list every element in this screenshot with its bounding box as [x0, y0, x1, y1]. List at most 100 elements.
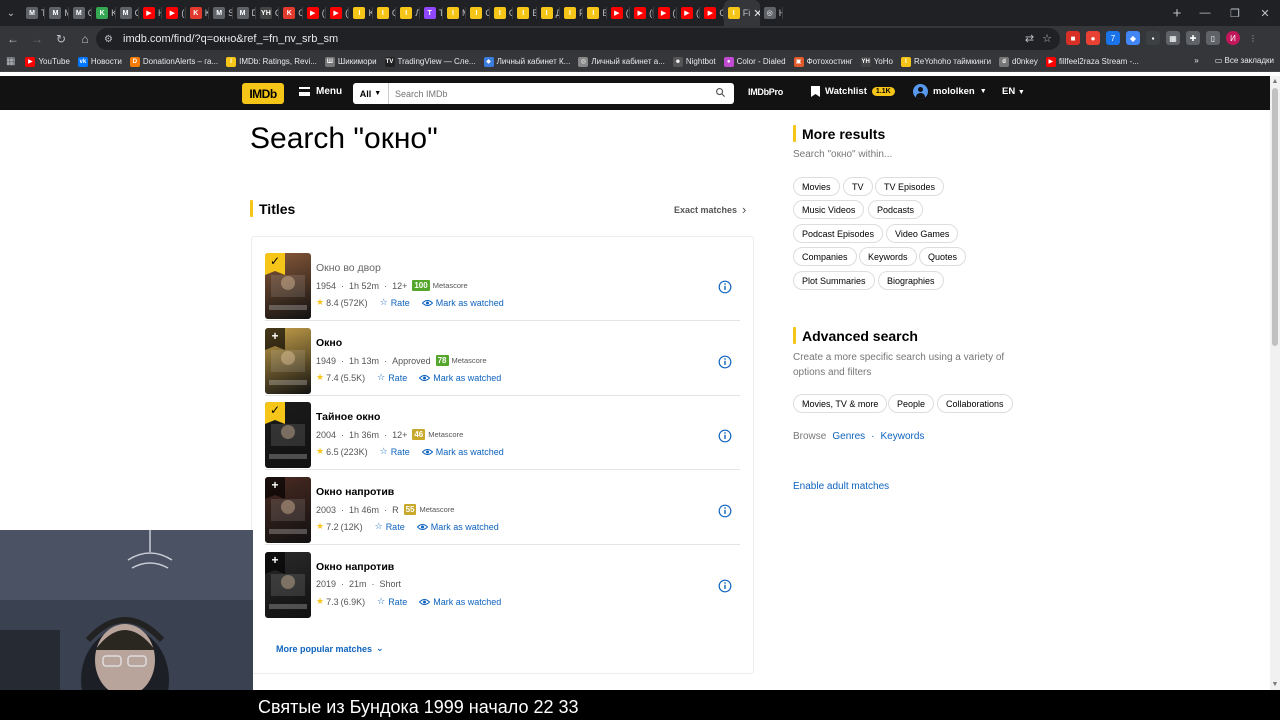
bookmark-item[interactable]: vk Новости [77, 56, 122, 67]
result-title-link[interactable]: Окно во двор [316, 262, 381, 274]
info-icon[interactable] [718, 429, 732, 443]
info-icon[interactable] [718, 280, 732, 294]
mark-as-watched-button[interactable]: Mark as watched [416, 522, 499, 532]
bookmark-item[interactable]: TV TradingView — Сле... [384, 56, 476, 67]
search-category-select[interactable]: All ▼ [353, 83, 389, 104]
result-title-link[interactable]: Окно [316, 337, 342, 349]
browser-tab[interactable]: IC [373, 0, 397, 26]
browser-tab[interactable]: ▶(5 [677, 0, 701, 26]
browser-tab[interactable]: ▶(5 [654, 0, 677, 26]
mark-as-watched-button[interactable]: Mark as watched [421, 447, 504, 457]
address-bar[interactable]: ⚙ imdb.com/find/?q=окно&ref_=fn_nv_srb_s… [96, 28, 1060, 50]
all-bookmarks[interactable]: ▭ Все закладки [1215, 56, 1274, 65]
result-poster[interactable]: + [265, 328, 311, 394]
watchlist-button[interactable]: Watchlist 1.1K [811, 86, 895, 97]
minimize-icon[interactable]: — [1190, 0, 1220, 26]
extension-icon[interactable]: ■ [1066, 31, 1080, 45]
rate-button[interactable]: ☆ Rate [375, 521, 405, 532]
scroll-down-icon[interactable]: ▼ [1271, 681, 1279, 689]
search-within-chip[interactable]: Keywords [859, 247, 917, 266]
browser-tab[interactable]: KK [186, 0, 210, 26]
language-select[interactable]: EN ▼ [1002, 86, 1025, 97]
search-icon[interactable] [715, 87, 726, 98]
browse-genres-link[interactable]: Genres [832, 431, 865, 442]
search-within-chip[interactable]: Quotes [919, 247, 967, 266]
bookmark-item[interactable]: Ш Шикимори [324, 56, 377, 67]
site-info-icon[interactable]: ⚙ [104, 34, 120, 45]
mark-as-watched-button[interactable]: Mark as watched [419, 597, 501, 607]
browser-tab[interactable]: KC [279, 0, 303, 26]
browser-tab[interactable]: MTv [22, 0, 46, 26]
info-icon[interactable] [718, 355, 732, 369]
extension-icon[interactable]: ▦ [1166, 31, 1180, 45]
browse-keywords-link[interactable]: Keywords [881, 431, 925, 442]
browser-tab[interactable]: IO [490, 0, 514, 26]
search-input[interactable] [389, 84, 709, 103]
more-menu-icon[interactable]: ⋮ [1246, 31, 1260, 45]
translate-icon[interactable]: ⇄ [1025, 32, 1034, 45]
scrollbar-thumb[interactable] [1272, 88, 1278, 346]
reload-icon[interactable]: ↻ [50, 28, 72, 50]
enable-adult-matches-link[interactable]: Enable adult matches [793, 481, 889, 492]
result-poster[interactable]: ✓ [265, 402, 311, 468]
info-icon[interactable] [718, 504, 732, 518]
browser-tab[interactable]: MQ [69, 0, 93, 26]
rate-button[interactable]: ☆ Rate [377, 596, 407, 607]
search-within-chip[interactable]: Podcasts [868, 200, 924, 219]
browser-tab[interactable]: ▶(5 [303, 0, 327, 26]
bookmark-item[interactable]: ☻ Nightbot [672, 56, 716, 67]
result-poster[interactable]: ✓ [265, 253, 311, 319]
advanced-search-chip[interactable]: People [888, 394, 935, 413]
home-icon[interactable]: ⌂ [74, 28, 96, 50]
forward-icon[interactable]: → [26, 28, 48, 50]
scroll-up-icon[interactable]: ▲ [1271, 78, 1279, 86]
profile-avatar-icon[interactable]: И [1226, 31, 1240, 45]
extension-icon[interactable]: ◆ [1126, 31, 1140, 45]
browser-tab[interactable]: MQ [116, 0, 139, 26]
browser-tab[interactable]: ◎ H [760, 0, 784, 26]
result-title-link[interactable]: Окно напротив [316, 486, 394, 498]
browser-tab[interactable]: MD [233, 0, 256, 26]
restore-icon[interactable]: ❐ [1220, 0, 1250, 26]
search-within-chip[interactable]: Video Games [886, 224, 959, 243]
bookmark-item[interactable]: I ReYohoho таймкинги [900, 56, 991, 67]
search-within-chip[interactable]: Plot Summaries [793, 271, 875, 290]
mark-as-watched-button[interactable]: Mark as watched [421, 298, 504, 308]
extension-icon[interactable]: 7 [1106, 31, 1120, 45]
result-title-link[interactable]: Окно напротив [316, 561, 394, 573]
more-popular-matches-button[interactable]: More popular matches ⌄ [276, 643, 384, 654]
browser-tab[interactable]: ▶(5 [162, 0, 186, 26]
apps-grid-icon[interactable]: ▦ [6, 56, 15, 67]
browser-tab[interactable]: MM [45, 0, 69, 26]
back-icon[interactable]: ← [2, 28, 24, 50]
result-poster[interactable]: + [265, 477, 311, 543]
bookmark-item[interactable]: YH YoHo [860, 56, 893, 67]
browser-tab[interactable]: IБ [583, 0, 607, 26]
mark-as-watched-button[interactable]: Mark as watched [419, 373, 501, 383]
menu-button[interactable]: Menu [299, 86, 342, 97]
info-icon[interactable] [718, 579, 732, 593]
browser-tab[interactable]: IM [443, 0, 467, 26]
exact-matches-link[interactable]: Exact matches › [674, 202, 746, 217]
side-panel-icon[interactable]: ▯ [1206, 31, 1220, 45]
search-within-chip[interactable]: Movies [793, 177, 840, 196]
bookmark-item[interactable]: ▶ fillfeel2raza Stream -... [1045, 56, 1139, 67]
extensions-puzzle-icon[interactable]: ✚ [1186, 31, 1200, 45]
browser-tab[interactable]: IEl [513, 0, 537, 26]
bookmark-item[interactable]: ● Color - Dialed [723, 56, 786, 67]
bookmark-item[interactable]: ▣ Фотохостинг [793, 56, 853, 67]
new-tab-button[interactable]: + [1164, 5, 1190, 22]
extension-icon[interactable]: ● [1086, 31, 1100, 45]
browser-tab[interactable]: ▶ H [139, 0, 163, 26]
browser-tab[interactable]: ▶ C [700, 0, 724, 26]
search-within-chip[interactable]: Music Videos [793, 200, 865, 219]
search-within-chip[interactable]: TV [843, 177, 873, 196]
bookmark-star-icon[interactable]: ☆ [1042, 32, 1052, 45]
browser-tab[interactable]: IO [466, 0, 490, 26]
bookmark-item[interactable]: ▶ YouTube [25, 56, 70, 67]
browser-tab[interactable]: YH C [256, 0, 280, 26]
search-within-chip[interactable]: TV Episodes [875, 177, 945, 196]
browser-tab[interactable]: IFi [560, 0, 584, 26]
bookmark-item[interactable]: ◆ Личный кабинет К... [483, 56, 570, 67]
bookmark-item[interactable]: d d0nkey [999, 56, 1038, 67]
